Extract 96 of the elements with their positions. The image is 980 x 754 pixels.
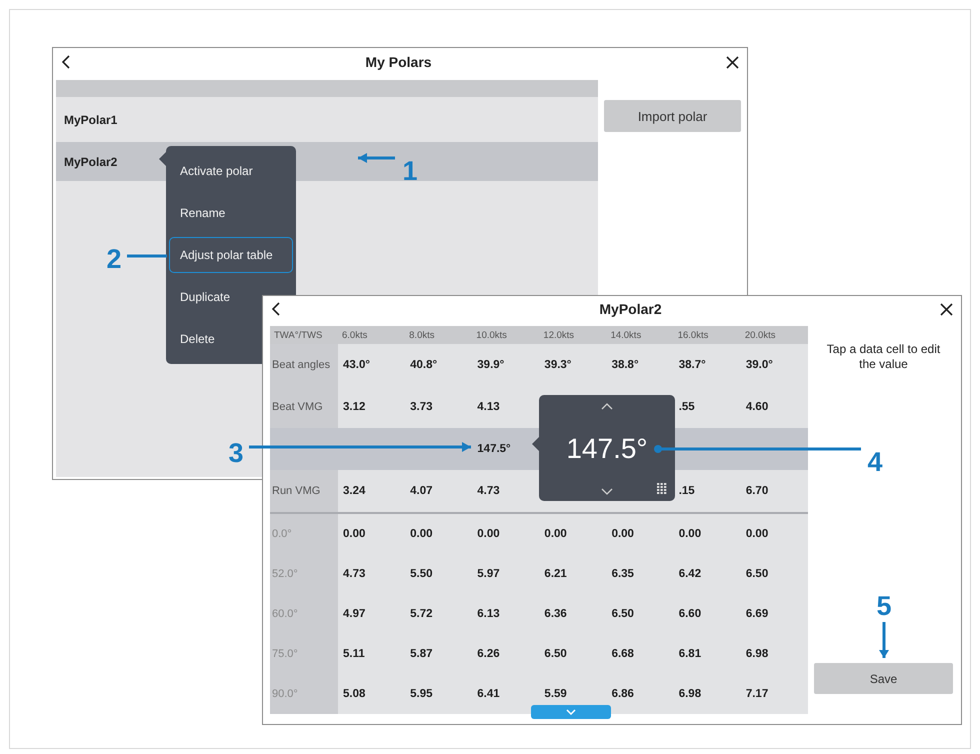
table-cell[interactable]: 38.7° bbox=[678, 358, 706, 372]
table-cell[interactable]: 3.73 bbox=[410, 400, 433, 414]
back-icon[interactable] bbox=[61, 55, 71, 69]
column-header: 12.0kts bbox=[539, 326, 607, 344]
table-cell[interactable]: 4.60 bbox=[746, 400, 768, 414]
table-cell[interactable]: 4.73 bbox=[477, 484, 500, 498]
table-cell[interactable]: 40.8° bbox=[410, 358, 438, 372]
table-cell[interactable]: 6.13 bbox=[477, 607, 500, 621]
chevron-down-icon bbox=[566, 709, 576, 715]
row-label: 75.0° bbox=[272, 647, 298, 661]
column-header: 6.0kts bbox=[338, 326, 406, 344]
row-label: Beat VMG bbox=[272, 400, 323, 414]
keypad-icon[interactable] bbox=[657, 483, 667, 495]
table-cell[interactable]: 0.00 bbox=[746, 527, 768, 541]
close-icon[interactable] bbox=[940, 302, 953, 316]
callout-number: 3 bbox=[228, 438, 244, 468]
table-cell[interactable]: 6.41 bbox=[477, 687, 500, 701]
column-header: 10.0kts bbox=[472, 326, 540, 344]
table-cell[interactable]: 0.00 bbox=[612, 527, 634, 541]
table-cell[interactable]: 5.72 bbox=[410, 607, 433, 621]
table-cell[interactable]: 39.3° bbox=[544, 358, 572, 372]
table-cell[interactable]: 4.13 bbox=[477, 400, 500, 414]
table-cell[interactable]: 6.26 bbox=[477, 647, 500, 661]
callout-number: 4 bbox=[867, 447, 883, 477]
menu-item[interactable]: Activate polar bbox=[169, 153, 293, 189]
row-label: 0.0° bbox=[272, 527, 292, 541]
value-display[interactable]: 147.5° bbox=[566, 432, 648, 466]
table-cell[interactable]: .55 bbox=[678, 400, 695, 414]
table-cell[interactable]: 39.9° bbox=[477, 358, 504, 372]
table-cell[interactable]: 0.00 bbox=[343, 527, 366, 541]
close-icon[interactable] bbox=[726, 56, 739, 68]
table-cell[interactable]: 147.5° bbox=[477, 442, 511, 456]
polar-list-item[interactable]: MyPolar1 bbox=[64, 112, 118, 126]
menu-item[interactable]: Rename bbox=[169, 195, 293, 231]
polar-list-item[interactable]: MyPolar2 bbox=[64, 154, 118, 168]
table-cell[interactable]: 5.11 bbox=[343, 647, 365, 661]
row-label: 60.0° bbox=[272, 607, 298, 621]
column-header: 20.0kts bbox=[740, 326, 808, 344]
table-cell[interactable]: 5.97 bbox=[477, 567, 500, 581]
table-cell[interactable]: 0.00 bbox=[477, 527, 500, 541]
table-cell[interactable]: 39.0° bbox=[746, 358, 773, 372]
table-cell[interactable]: 0.00 bbox=[544, 527, 567, 541]
table-cell[interactable]: 6.60 bbox=[678, 607, 702, 621]
leader-line bbox=[358, 153, 395, 163]
back-icon[interactable] bbox=[271, 302, 281, 316]
table-cell[interactable]: 5.59 bbox=[544, 687, 567, 701]
menu-item[interactable]: Adjust polar table bbox=[169, 237, 293, 273]
row-label: 52.0° bbox=[272, 567, 298, 581]
table-cell[interactable]: 4.97 bbox=[343, 607, 366, 621]
row-label: 90.0° bbox=[272, 687, 298, 701]
table-cell[interactable]: .15 bbox=[678, 484, 695, 498]
table-cell[interactable]: 6.36 bbox=[544, 607, 567, 621]
leader-line bbox=[879, 622, 889, 658]
table-cell[interactable]: 6.42 bbox=[678, 567, 702, 581]
column-header: 16.0kts bbox=[674, 326, 741, 344]
table-cell[interactable]: 6.98 bbox=[678, 687, 702, 701]
callout-number: 5 bbox=[876, 591, 892, 621]
table-cell[interactable]: 6.35 bbox=[612, 567, 634, 581]
window-title: My Polars bbox=[365, 54, 432, 70]
table-cell[interactable]: 3.24 bbox=[343, 484, 366, 498]
table-cell[interactable]: 5.87 bbox=[410, 647, 433, 661]
table-cell[interactable]: 6.81 bbox=[678, 647, 702, 661]
table-cell[interactable]: 6.98 bbox=[746, 647, 768, 661]
row-label: Run VMG bbox=[272, 484, 320, 498]
column-header: 14.0kts bbox=[606, 326, 674, 344]
leader-line bbox=[127, 254, 167, 258]
window-title: MyPolar2 bbox=[599, 301, 662, 317]
save-button[interactable]: Save bbox=[814, 663, 953, 694]
corner-header: TWA°/TWS bbox=[270, 326, 338, 344]
column-header: 8.0kts bbox=[405, 326, 472, 344]
table-cell[interactable]: 5.95 bbox=[410, 687, 433, 701]
chevron-down-icon[interactable] bbox=[601, 488, 613, 495]
callout-number: 2 bbox=[106, 244, 122, 274]
table-cell[interactable]: 6.50 bbox=[746, 567, 768, 581]
table-cell[interactable]: 6.50 bbox=[544, 647, 567, 661]
table-cell[interactable]: 43.0° bbox=[343, 358, 370, 372]
table-cell[interactable]: 4.73 bbox=[343, 567, 366, 581]
table-cell[interactable]: 6.21 bbox=[544, 567, 567, 581]
table-cell[interactable]: 5.08 bbox=[343, 687, 366, 701]
chevron-up-icon[interactable] bbox=[601, 403, 613, 410]
table-cell[interactable]: 6.69 bbox=[746, 607, 768, 621]
import-polar-button[interactable]: Import polar bbox=[604, 100, 741, 132]
table-cell[interactable]: 38.8° bbox=[612, 358, 639, 372]
table-cell[interactable]: 5.50 bbox=[410, 567, 433, 581]
row-label: Beat angles bbox=[272, 358, 330, 372]
table-cell[interactable]: 0.00 bbox=[678, 527, 702, 541]
table-cell[interactable]: 6.68 bbox=[612, 647, 634, 661]
table-cell[interactable]: 7.17 bbox=[746, 687, 768, 701]
table-cell[interactable]: 0.00 bbox=[410, 527, 433, 541]
table-cell[interactable]: 3.12 bbox=[343, 400, 366, 414]
hint-text: Tap a data cell to edit the value bbox=[826, 342, 942, 372]
callout-number: 1 bbox=[402, 156, 418, 186]
table-cell[interactable]: 4.07 bbox=[410, 484, 433, 498]
table-cell[interactable]: 6.86 bbox=[612, 687, 634, 701]
table-cell[interactable]: 6.50 bbox=[612, 607, 634, 621]
table-cell[interactable]: 6.70 bbox=[746, 484, 768, 498]
